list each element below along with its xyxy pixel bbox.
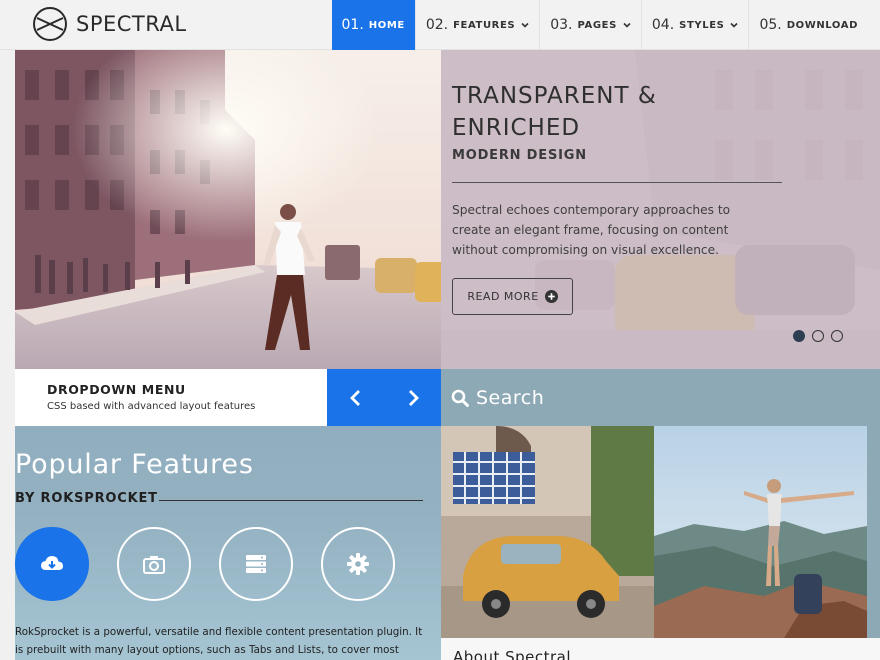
nav-label: DOWNLOAD [786,19,858,31]
feature-server-button[interactable] [219,527,293,601]
chevron-down-icon [521,22,529,28]
slide-dot[interactable] [812,330,824,342]
carousel-arrows [327,369,441,426]
feature-download-button[interactable] [15,527,89,601]
nav-number: 01. [341,17,364,33]
hero-divider [452,182,782,183]
chevron-down-icon [730,22,739,28]
feature-settings-button[interactable] [321,527,395,601]
nav-number: 05. [759,17,782,33]
feature-camera-button[interactable] [117,527,191,601]
plus-circle-icon [544,290,558,303]
prev-button[interactable] [327,369,384,426]
dropdown-menu-title: DROPDOWN MENU [47,382,186,397]
hero-subtitle: MODERN DESIGN [452,148,587,163]
gear-icon [347,553,369,575]
dropdown-menu-subtitle: CSS based with advanced layout features [47,401,256,412]
server-icon [246,555,266,573]
read-more-label: READ MORE [467,290,539,303]
camera-icon [143,556,165,574]
about-section: About Spectral [441,638,880,660]
nav-number: 03. [550,17,573,33]
chevron-left-icon [349,389,360,406]
dropdown-menu-box: DROPDOWN MENU CSS based with advanced la… [15,369,327,426]
nav-item-styles[interactable]: 04. STYLES [640,0,749,50]
gallery-image-car[interactable] [441,426,654,638]
cloud-download-icon [41,556,63,570]
nav-label: STYLES [679,19,725,31]
hero-text: Spectral echoes contemporary approaches … [452,203,731,257]
features-divider [159,500,423,501]
nav-label: HOME [368,19,405,31]
mountain-hiker-photo [654,426,867,638]
hero-title: TRANSPARENT & ENRICHED [452,83,657,141]
slide-indicators [793,330,850,342]
gallery-image-mountain[interactable] [654,426,867,638]
search-panel: Search About Spectral [441,369,880,660]
popular-features-subtitle: BY ROKSPROCKET [15,491,158,506]
nav-number: 02. [425,17,449,33]
logo[interactable]: SPECTRAL [32,6,187,42]
search-icon [451,389,469,407]
nav-item-pages[interactable]: 03. PAGES [539,0,641,50]
slide-dot[interactable] [793,330,805,342]
spectral-logo-icon [33,7,67,41]
logo-text: SPECTRAL [76,12,187,36]
features-panel: DROPDOWN MENU CSS based with advanced la… [15,369,441,660]
features-description: RokSprocket is a powerful, versatile and… [15,626,423,656]
chevron-right-icon [408,389,419,406]
chevron-down-icon [623,22,631,28]
slide-dot[interactable] [831,330,843,342]
yellow-car-photo [441,426,654,638]
read-more-button[interactable]: READ MORE [452,278,573,315]
nav-item-home[interactable]: 01. HOME [331,0,415,50]
popular-features-title: Popular Features [15,449,254,480]
site-header: SPECTRAL 01. HOME 02. FEATURES 03. PAGES… [0,0,880,50]
nav-item-features[interactable]: 02. FEATURES [414,0,539,50]
nav-label: FEATURES [453,19,516,31]
feature-icons [15,527,423,601]
search-input[interactable]: Search [441,369,880,426]
nav-item-download[interactable]: 05. DOWNLOAD [748,0,868,50]
nav-number: 04. [651,17,675,33]
about-title: About Spectral [453,648,572,660]
search-placeholder: Search [476,386,545,409]
next-button[interactable] [384,369,441,426]
main-nav: 01. HOME 02. FEATURES 03. PAGES 04. STYL… [331,0,868,50]
nav-label: PAGES [577,19,617,31]
hero-slideshow: TRANSPARENT & ENRICHED MODERN DESIGN Spe… [15,50,880,369]
